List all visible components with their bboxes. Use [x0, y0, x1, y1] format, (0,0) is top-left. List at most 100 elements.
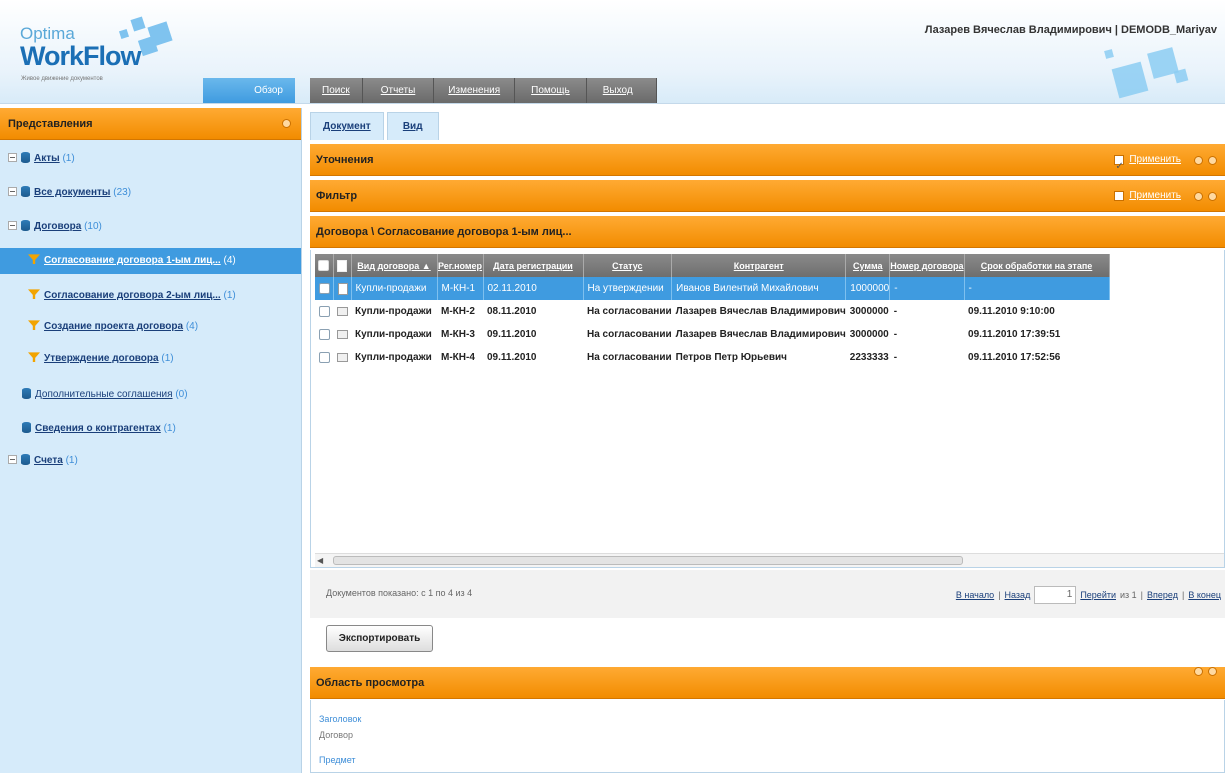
- database-icon: [21, 151, 30, 163]
- envelope-icon: [337, 329, 348, 339]
- user-info[interactable]: Лазарев Вячеслав Владимирович | DEMODB_M…: [925, 24, 1217, 36]
- settings-icon[interactable]: [1194, 667, 1203, 676]
- documents-table-container: Вид договора ▲ Рег.номер Дата регистраци…: [310, 250, 1225, 568]
- filter-icon: [28, 320, 40, 331]
- row-checkbox[interactable]: [319, 305, 330, 317]
- expand-icon[interactable]: [8, 220, 17, 230]
- top-navigation: Обзор Поиск Отчеты Изменения Помощь Выхо…: [203, 78, 657, 103]
- pager-nav: В начало | Назад 1 Перейти из 1 | Вперед | …: [956, 586, 1221, 604]
- app-header: Optima WorkFlow Живое движение документо…: [0, 0, 1225, 104]
- tab-search[interactable]: Поиск: [310, 78, 363, 103]
- refine-bar: Уточнения Применить: [310, 144, 1225, 183]
- logo: Optima WorkFlow Живое движение документо…: [12, 16, 182, 100]
- sidebar-header: Представления: [0, 108, 301, 140]
- expand-icon[interactable]: [8, 186, 17, 196]
- filter-icon: [28, 289, 40, 300]
- table-row[interactable]: Купли-продажи М-КН-3 09.11.2010 На согла…: [315, 323, 1109, 346]
- filter-title: Фильтр: [316, 190, 358, 202]
- filter-apply-checkbox[interactable]: [1114, 191, 1125, 201]
- pager-next-link[interactable]: Вперед: [1147, 590, 1178, 600]
- filter-icon: [28, 254, 40, 265]
- envelope-icon: [337, 306, 348, 316]
- tab-reports[interactable]: Отчеты: [362, 78, 435, 103]
- database-icon: [22, 387, 31, 399]
- preview-bar: Область просмотра: [310, 667, 1225, 699]
- sidebar-item-all-documents[interactable]: Все документы (23): [8, 182, 131, 204]
- document-icon: [337, 282, 348, 295]
- envelope-icon: [337, 352, 348, 362]
- preview-field-label: Заголовок: [319, 714, 362, 724]
- collapse-icon[interactable]: [282, 119, 291, 128]
- tab-overview[interactable]: Обзор: [203, 78, 295, 103]
- tab-document[interactable]: Документ: [310, 112, 384, 140]
- collapse-icon[interactable]: [1208, 667, 1217, 676]
- col-header-contract-number[interactable]: Номер договора: [889, 254, 965, 277]
- col-header-contract-type[interactable]: Вид договора ▲: [351, 254, 438, 277]
- row-checkbox[interactable]: [319, 328, 330, 340]
- sidebar-item-acts[interactable]: Акты (1): [8, 148, 75, 170]
- filter-apply-link[interactable]: Применить: [1129, 180, 1181, 212]
- scrollbar-thumb[interactable]: [333, 556, 963, 565]
- row-checkbox[interactable]: [319, 351, 330, 363]
- export-button[interactable]: Экспортировать: [326, 625, 433, 652]
- expand-icon[interactable]: [8, 152, 17, 162]
- pager-of-text: из 1: [1120, 590, 1137, 600]
- settings-icon[interactable]: [1194, 155, 1203, 165]
- refine-apply-link[interactable]: Применить: [1129, 144, 1181, 176]
- col-header-reg-number[interactable]: Рег.номер: [437, 254, 484, 277]
- sidebar-item-approval-2[interactable]: Согласование договора 2-ым лиц... (1): [28, 285, 236, 307]
- col-header-counterparty[interactable]: Контрагент: [671, 254, 847, 277]
- col-header-reg-date[interactable]: Дата регистрации: [483, 254, 584, 277]
- main-content: Документ Вид Уточнения Применить Фильтр …: [310, 108, 1225, 773]
- table-row[interactable]: Купли-продажи М-КН-2 08.11.2010 На согла…: [315, 300, 1109, 323]
- table-row[interactable]: Купли-продажи М-КН-4 09.11.2010 На согла…: [315, 346, 1109, 369]
- tab-view[interactable]: Вид: [386, 112, 439, 140]
- sidebar: Представления Акты (1) Все документы (23…: [0, 108, 302, 773]
- horizontal-scrollbar[interactable]: ◀: [315, 553, 1224, 567]
- table-header-row: Вид договора ▲ Рег.номер Дата регистраци…: [315, 254, 1110, 277]
- page-number-input[interactable]: 1: [1034, 586, 1077, 604]
- database-icon: [22, 421, 31, 433]
- database-icon: [21, 453, 30, 465]
- col-header-deadline[interactable]: Срок обработки на этапе: [964, 254, 1110, 277]
- preview-area: Заголовок Договор Предмет: [310, 700, 1225, 773]
- table-row[interactable]: Купли-продажи М-КН-1 02.11.2010 На утвер…: [315, 277, 1110, 300]
- tab-exit[interactable]: Выход: [586, 78, 657, 103]
- select-all-checkbox[interactable]: [315, 254, 334, 277]
- view-tabs: Документ Вид: [310, 112, 439, 140]
- refine-apply-checkbox[interactable]: [1114, 151, 1125, 183]
- doc-type-icon: [333, 254, 352, 277]
- expand-icon[interactable]: [8, 454, 17, 464]
- col-header-status[interactable]: Статус: [583, 254, 673, 277]
- pager-goto-link[interactable]: Перейти: [1080, 590, 1116, 600]
- tab-changes[interactable]: Изменения: [434, 78, 516, 103]
- row-checkbox[interactable]: [319, 282, 330, 294]
- tab-help[interactable]: Помощь: [515, 78, 587, 103]
- filter-icon: [28, 352, 40, 363]
- refine-title: Уточнения: [316, 154, 374, 166]
- logo-subtitle: Живое движение документов: [21, 76, 103, 82]
- col-header-sum[interactable]: Сумма: [845, 254, 891, 277]
- pager-prev-link[interactable]: Назад: [1005, 590, 1031, 600]
- sidebar-item-create-draft[interactable]: Создание проекта договора (4): [28, 316, 198, 338]
- pager-first-link[interactable]: В начало: [956, 590, 994, 600]
- scroll-left-icon[interactable]: ◀: [317, 556, 323, 565]
- database-icon: [21, 219, 30, 231]
- sidebar-title: Представления: [8, 118, 93, 130]
- pager-last-link[interactable]: В конец: [1188, 590, 1221, 600]
- filter-bar: Фильтр Применить: [310, 180, 1225, 212]
- preview-field-value: Договор: [319, 730, 353, 740]
- sidebar-item-invoices[interactable]: Счета (1): [8, 450, 78, 472]
- breadcrumb: Договора \ Согласование договора 1-ым ли…: [310, 216, 1225, 248]
- sidebar-item-counterparties[interactable]: Сведения о контрагентах (1): [22, 418, 176, 440]
- sidebar-item-approval-1[interactable]: Согласование договора 1-ым лиц... (4): [0, 248, 301, 274]
- pager-info: Документов показано: с 1 по 4 из 4: [326, 588, 473, 598]
- settings-icon[interactable]: [1194, 191, 1203, 201]
- collapse-icon[interactable]: [1208, 191, 1217, 201]
- preview-field-label: Предмет: [319, 755, 356, 765]
- sidebar-item-confirmation[interactable]: Утверждение договора (1): [28, 348, 174, 370]
- collapse-icon[interactable]: [1208, 155, 1217, 165]
- pager: Документов показано: с 1 по 4 из 4 В нач…: [310, 570, 1225, 618]
- sidebar-item-contracts[interactable]: Договора (10): [8, 216, 102, 238]
- sidebar-item-additional-agreements[interactable]: Дополнительные соглашения (0): [22, 384, 188, 406]
